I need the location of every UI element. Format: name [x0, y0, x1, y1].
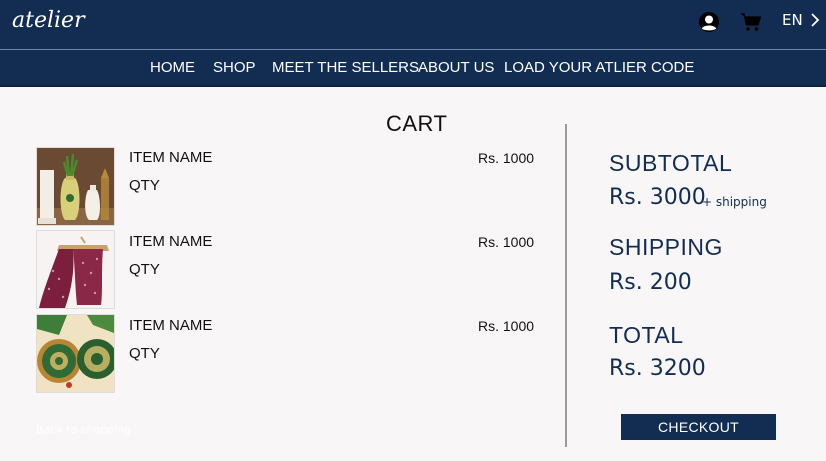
total-value: Rs. 3200	[609, 356, 706, 381]
nav-about-us[interactable]: ABOUT US	[418, 59, 494, 76]
section-divider	[565, 124, 567, 447]
account-icon[interactable]	[698, 11, 720, 33]
main-nav: HOME SHOP MEET THE SELLERS ABOUT US LOAD…	[0, 50, 826, 87]
item-thumbnail-dupatta[interactable]	[36, 230, 115, 309]
item-name: ITEM NAME	[129, 149, 213, 166]
total-label: TOTAL	[609, 322, 684, 348]
shipping-value: Rs. 200	[609, 270, 692, 295]
subtotal-value: Rs. 3000	[609, 185, 706, 210]
subtotal-shipping-note: + shipping	[702, 195, 767, 209]
shipping-label: SHIPPING	[609, 234, 723, 260]
nav-home[interactable]: HOME	[150, 59, 195, 76]
nav-meet-the-sellers[interactable]: MEET THE SELLERS	[272, 59, 419, 76]
item-price: Rs. 1000	[478, 234, 535, 250]
item-name: ITEM NAME	[129, 233, 213, 250]
language-selector[interactable]: EN	[782, 11, 803, 29]
brand-logo[interactable]: atelier	[12, 8, 85, 33]
cart-icon[interactable]	[740, 12, 762, 32]
nav-shop[interactable]: SHOP	[213, 59, 256, 76]
vases-photo	[37, 148, 114, 225]
dupatta-photo	[37, 231, 114, 308]
nav-load-code[interactable]: LOAD YOUR ATLIER CODE	[504, 59, 694, 76]
item-name: ITEM NAME	[129, 317, 213, 334]
checkout-button[interactable]: CHECKOUT	[621, 414, 776, 440]
item-price: Rs. 1000	[478, 150, 535, 166]
item-thumbnail-plates[interactable]	[36, 314, 115, 393]
item-qty[interactable]: QTY	[129, 261, 160, 278]
item-qty[interactable]: QTY	[129, 177, 160, 194]
subtotal-label: SUBTOTAL	[609, 150, 733, 176]
painted-plates-photo	[37, 315, 114, 392]
top-bar: atelier EN	[0, 0, 826, 50]
chevron-right-icon[interactable]	[810, 12, 820, 28]
back-to-shopping-link[interactable]: Back to shopping	[36, 423, 131, 436]
item-price: Rs. 1000	[478, 318, 535, 334]
item-thumbnail-vases[interactable]	[36, 147, 115, 226]
item-qty[interactable]: QTY	[129, 345, 160, 362]
page-title: CART	[386, 111, 448, 136]
